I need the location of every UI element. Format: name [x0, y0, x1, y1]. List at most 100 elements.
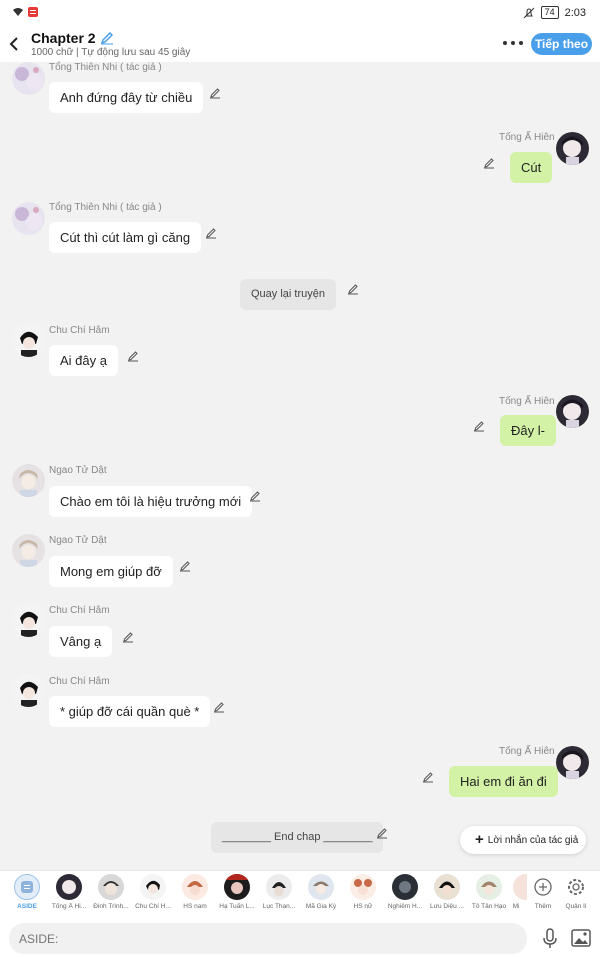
message-bubble[interactable]: Cút — [510, 152, 553, 183]
avatar[interactable] — [556, 746, 589, 779]
character-name: Lưu Diệu ... — [430, 903, 464, 910]
message-bubble[interactable]: Cút thì cút làm gì căng — [49, 222, 202, 253]
character-name: HS nữ — [353, 903, 373, 910]
message-bubble[interactable]: Ai đây ạ — [49, 345, 118, 376]
speaker-name: Chu Chí Hâm — [49, 605, 110, 616]
avatar — [350, 874, 376, 900]
avatar — [434, 874, 460, 900]
speaker-name: Tống Ấ Hiên — [499, 132, 555, 143]
character-item[interactable]: HS nam — [173, 874, 217, 910]
avatar — [308, 874, 334, 900]
avatar[interactable] — [556, 132, 589, 165]
character-item[interactable]: Mã Gia Kỳ — [299, 874, 343, 910]
character-item[interactable]: Nghiêm H... — [383, 874, 427, 910]
back-icon[interactable] — [6, 34, 22, 54]
chapter-title: Chapter 2 — [31, 30, 96, 46]
character-aside[interactable]: ASIDE — [5, 874, 49, 910]
image-icon[interactable] — [571, 929, 591, 947]
message-bubble[interactable]: Vâng ạ — [49, 626, 113, 657]
notification-icon — [28, 7, 38, 17]
edit-icon[interactable] — [473, 420, 485, 432]
speaker-name: Ngao Tử Dật — [49, 535, 107, 546]
character-name: Nghiêm H... — [387, 903, 423, 910]
character-name: Đinh Trình... — [93, 903, 129, 910]
avatar — [224, 874, 250, 900]
manage-label: Quản lí — [565, 903, 587, 910]
edit-icon[interactable] — [422, 771, 434, 783]
character-name: Hạ Tuấn L... — [219, 903, 255, 910]
author-note-label: Lời nhắn của tác giả — [487, 835, 579, 846]
message-bubble[interactable]: Anh đứng đây từ chiều — [49, 82, 204, 113]
chapter-subtitle: 1000 chữ | Tự động lưu sau 45 giây — [31, 47, 191, 58]
character-bar: ASIDE Tống Ấ Hi... Đinh Trình... Chu Chí… — [0, 870, 600, 918]
avatar[interactable] — [12, 604, 45, 637]
status-bar: 74 2:03 — [0, 0, 600, 26]
manage-button[interactable]: Quản lí — [554, 874, 598, 910]
message-bubble[interactable]: Mong em giúp đỡ — [49, 556, 173, 587]
wifi-icon — [13, 8, 23, 16]
avatar[interactable] — [12, 534, 45, 567]
message-bubble[interactable]: Đây l- — [500, 415, 556, 446]
message-input[interactable] — [9, 923, 527, 954]
plus-icon: + — [475, 831, 484, 848]
input-bar — [0, 918, 600, 960]
edit-icon[interactable] — [205, 227, 217, 239]
character-name: Chu Chí H... — [135, 903, 171, 910]
speaker-name: Chu Chí Hâm — [49, 676, 110, 687]
message-bubble[interactable]: * giúp đỡ cái quần què * — [49, 696, 211, 727]
character-item[interactable]: HS nữ — [341, 874, 385, 910]
character-item[interactable]: Lưu Diệu ... — [425, 874, 469, 910]
character-item[interactable]: Hạ Tuấn L... — [215, 874, 259, 910]
avatar[interactable] — [12, 464, 45, 497]
character-name: ASIDE — [17, 903, 37, 910]
edit-icon[interactable] — [209, 87, 221, 99]
character-item[interactable]: Chu Chí H... — [131, 874, 175, 910]
speaker-name: Tống Ấ Hiên — [499, 396, 555, 407]
avatar[interactable] — [12, 202, 45, 235]
pencil-icon[interactable] — [100, 31, 114, 45]
edit-icon[interactable] — [347, 283, 359, 295]
mute-icon — [523, 7, 534, 18]
avatar[interactable] — [12, 674, 45, 707]
avatar — [98, 874, 124, 900]
clock: 2:03 — [564, 6, 586, 19]
speaker-name: Tổng Thiên Nhi ( tác giả ) — [49, 202, 162, 213]
avatar — [392, 874, 418, 900]
aside-bubble[interactable]: ________ End chap ________ — [211, 822, 384, 853]
speaker-name: Chu Chí Hâm — [49, 325, 110, 336]
character-name: HS nam — [183, 903, 207, 910]
chat-area: Tổng Thiên Nhi ( tác giả ) Anh đứng đây … — [0, 62, 600, 870]
message-bubble[interactable]: Hai em đi ăn đi — [449, 766, 558, 797]
aside-icon — [14, 874, 40, 900]
more-icon[interactable] — [503, 34, 523, 52]
avatar — [476, 874, 502, 900]
speaker-name: Ngao Tử Dật — [49, 465, 107, 476]
message-bubble[interactable]: Chào em tôi là hiệu trưởng mới — [49, 486, 253, 517]
edit-icon[interactable] — [127, 350, 139, 362]
avatar — [182, 874, 208, 900]
aside-bubble[interactable]: Quay lại truyện — [240, 279, 336, 310]
character-name: Lục Than... — [262, 903, 296, 910]
character-item[interactable]: Tống Ấ Hi... — [47, 874, 91, 910]
edit-icon[interactable] — [249, 490, 261, 502]
author-note-button[interactable]: + Lời nhắn của tác giả — [460, 826, 586, 854]
mic-icon[interactable] — [541, 928, 559, 950]
avatar[interactable] — [12, 324, 45, 357]
settings-icon — [563, 874, 589, 900]
edit-icon[interactable] — [179, 560, 191, 572]
edit-icon[interactable] — [122, 631, 134, 643]
edit-icon[interactable] — [376, 827, 388, 839]
plus-icon — [530, 874, 556, 900]
character-name: Mã Gia Kỳ — [305, 903, 337, 910]
battery-indicator: 74 — [540, 6, 559, 19]
edit-icon[interactable] — [483, 157, 495, 169]
avatar[interactable] — [556, 395, 589, 428]
character-item[interactable]: Đinh Trình... — [89, 874, 133, 910]
edit-icon[interactable] — [213, 701, 225, 713]
avatar — [266, 874, 292, 900]
avatar[interactable] — [12, 62, 45, 95]
editor-header: Chapter 2 1000 chữ | Tự động lưu sau 45 … — [0, 26, 600, 62]
character-item[interactable]: Lục Than... — [257, 874, 301, 910]
next-button[interactable]: Tiếp theo — [531, 33, 592, 55]
speaker-name: Tống Ấ Hiên — [499, 746, 555, 757]
